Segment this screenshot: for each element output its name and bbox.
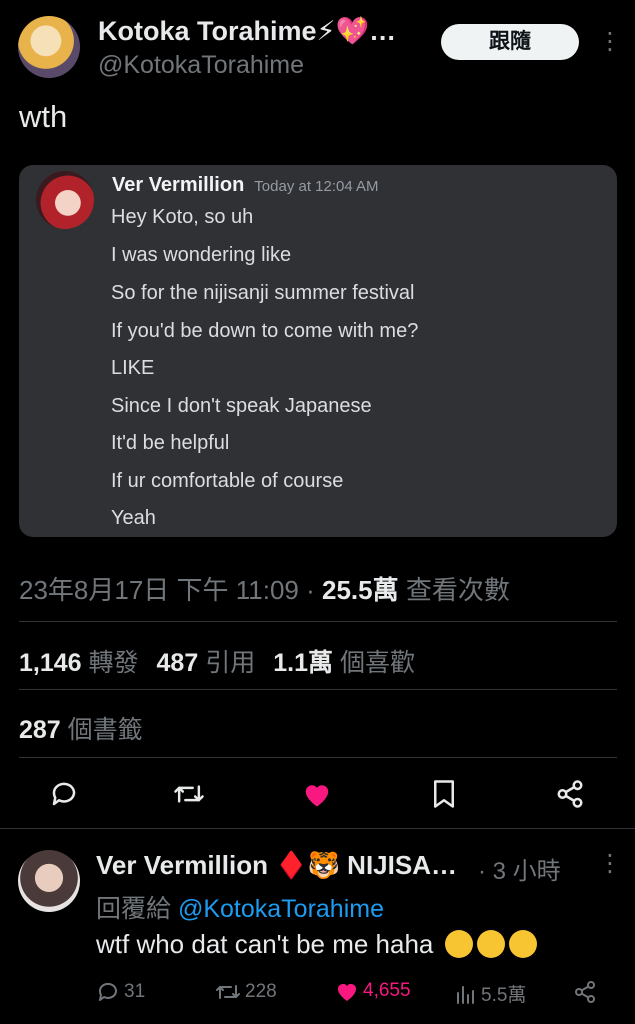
reply-time[interactable]: · 3 小時	[478, 851, 561, 886]
upside-down-face-icon	[476, 930, 505, 958]
tweet-datetime[interactable]: 23年8月17日 下午 11:09 ·	[19, 575, 322, 605]
reply-views-button[interactable]: 5.5萬	[455, 980, 526, 1007]
author-avatar[interactable]	[18, 16, 80, 78]
author-handle[interactable]: @KotokaTorahime	[98, 51, 304, 80]
reply-to-line: 回覆給 @KotokaTorahime	[96, 889, 384, 925]
views-label: 查看次數	[398, 575, 510, 605]
author-display-name[interactable]: Kotoka Torahime⚡💖…	[98, 15, 396, 47]
views-chart-icon	[457, 985, 474, 1004]
reply-mention-link[interactable]: @KotokaTorahime	[178, 895, 384, 923]
message-timestamp: Today at 12:04 AM	[254, 178, 379, 195]
reply-replies-button[interactable]: 31	[96, 980, 145, 1004]
share-icon[interactable]	[555, 779, 585, 809]
reply-retweets-button[interactable]: 228	[215, 980, 277, 1004]
reply-more-options-icon[interactable]: ⋮	[598, 852, 622, 876]
reply-text: wtf who dat can't be me haha	[96, 929, 537, 960]
retweet-icon[interactable]	[173, 779, 205, 809]
message-author-avatar	[36, 171, 94, 229]
divider	[19, 689, 617, 690]
tweet-meta: 23年8月17日 下午 11:09 · 25.5萬 查看次數	[19, 570, 510, 607]
message-line: If ur comfortable of course	[111, 470, 344, 492]
message-line: I was wondering like	[111, 244, 292, 266]
more-options-icon[interactable]: ⋮	[598, 30, 622, 54]
message-line: If you'd be down to come with me?	[111, 320, 419, 342]
bookmark-icon[interactable]	[431, 779, 457, 809]
divider	[0, 828, 635, 829]
message-line: Hey Koto, so uh	[111, 206, 254, 228]
upside-down-face-icon	[508, 930, 537, 958]
retweets-stat[interactable]: 1,146 轉發	[19, 643, 139, 679]
like-icon	[338, 984, 356, 1001]
reply-likes-button[interactable]: 4,655	[335, 980, 411, 1002]
divider	[19, 757, 617, 758]
quotes-stat[interactable]: 487 引用	[157, 643, 256, 679]
divider	[19, 621, 617, 622]
like-icon[interactable]	[302, 780, 332, 808]
retweet-icon	[216, 985, 240, 999]
likes-stat[interactable]: 1.1萬 個喜歡	[273, 643, 415, 679]
reply-icon[interactable]	[49, 779, 79, 809]
message-line: Since I don't speak Japanese	[111, 395, 372, 417]
message-line: It'd be helpful	[111, 432, 230, 454]
views-count: 25.5萬	[322, 575, 399, 605]
message-line: LIKE	[111, 357, 155, 379]
message-line: So for the nijisanji summer festival	[111, 282, 415, 304]
message-author-name: Ver Vermillion	[112, 174, 245, 196]
reply-to-prefix: 回覆給	[96, 895, 178, 923]
reply-share-icon[interactable]	[573, 980, 597, 1009]
tweet-media-image[interactable]: Ver Vermillion Today at 12:04 AM Hey Kot…	[19, 165, 617, 537]
follow-button[interactable]: 跟隨	[441, 24, 579, 60]
reply-author-avatar[interactable]	[18, 850, 80, 912]
reply-author-name[interactable]: Ver Vermillion ♦️🐯 NIJISA…	[96, 850, 457, 881]
message-line: Yeah	[111, 507, 156, 529]
upside-down-face-icon	[444, 930, 473, 958]
bookmarks-stat[interactable]: 287 個書籤	[19, 710, 143, 746]
tweet-text: wth	[19, 99, 68, 134]
reply-icon	[98, 982, 117, 1001]
stats-row: 1,146 轉發 487 引用 1.1萬 個喜歡	[19, 643, 415, 679]
